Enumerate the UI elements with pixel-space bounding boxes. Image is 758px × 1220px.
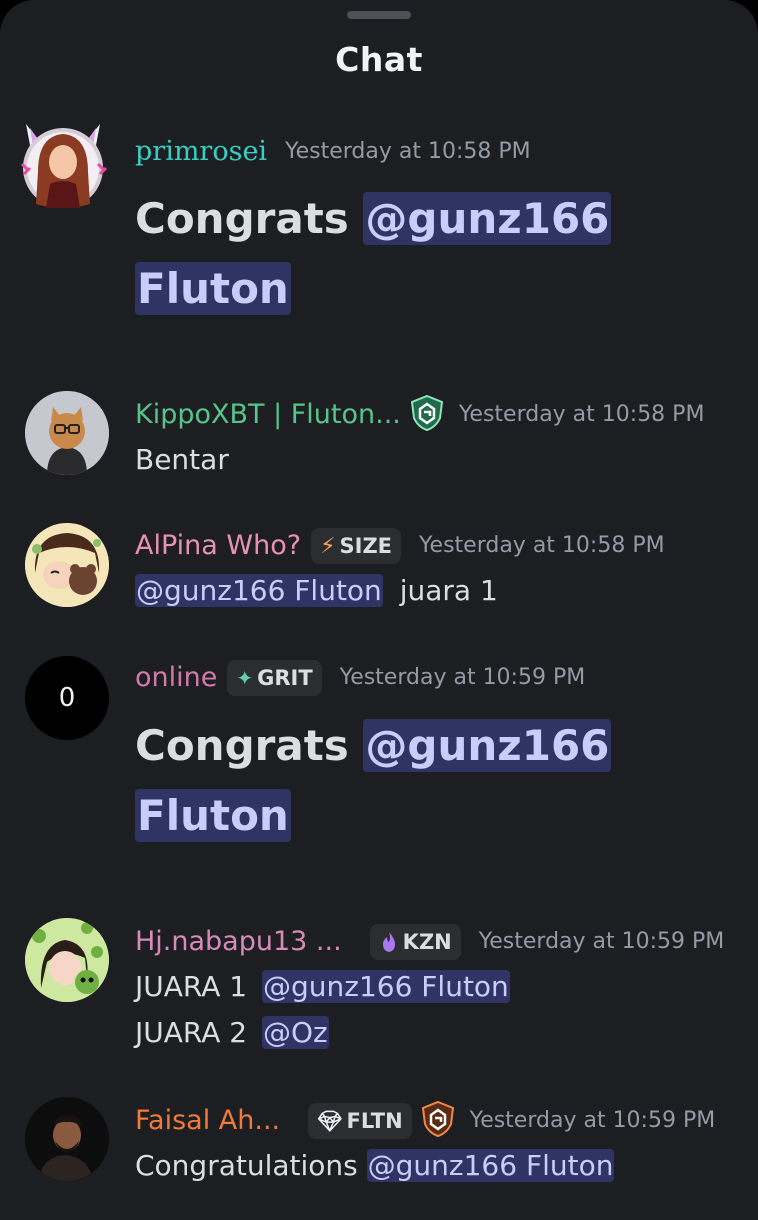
- user-mention[interactable]: @gunz166 Fluton: [262, 970, 510, 1003]
- username[interactable]: Hj.nabapu13 ...: [135, 924, 342, 960]
- username[interactable]: primrosei: [135, 134, 267, 170]
- avatar[interactable]: 0: [25, 656, 109, 740]
- username[interactable]: KippoXBT | Fluton...: [135, 397, 401, 433]
- user-mention[interactable]: @Oz: [262, 1016, 329, 1049]
- message-text: Bentar: [135, 443, 229, 476]
- user-mention[interactable]: @gunz166 Fluton: [366, 1149, 615, 1182]
- user-mention[interactable]: @gunz166: [363, 719, 612, 772]
- shield-icon: [420, 1100, 456, 1142]
- avatar[interactable]: [25, 918, 109, 1002]
- user-mention[interactable]: @gunz166: [363, 192, 612, 245]
- timestamp: Yesterday at 10:58 PM: [419, 533, 665, 558]
- message-text: Congrats @gunz166 Fluton: [135, 192, 612, 315]
- timestamp: Yesterday at 10:59 PM: [469, 1108, 716, 1133]
- sparkle-icon: ✦: [236, 666, 254, 690]
- user-mention-continuation[interactable]: Fluton: [135, 789, 291, 842]
- timestamp: Yesterday at 10:58 PM: [285, 139, 531, 164]
- timestamp: Yesterday at 10:59 PM: [478, 929, 725, 954]
- flame-icon: [379, 931, 399, 953]
- avatar[interactable]: [25, 523, 109, 607]
- lightning-icon: ⚡: [320, 533, 336, 559]
- gem-icon: 💎︎: [317, 1109, 343, 1133]
- shield-icon: [409, 394, 445, 436]
- username[interactable]: AlPina Who?: [135, 528, 301, 564]
- message-text: @gunz166 Fluton juara 1: [135, 574, 498, 607]
- username[interactable]: Faisal Ah...: [135, 1103, 280, 1139]
- timestamp: Yesterday at 10:59 PM: [339, 665, 586, 690]
- chat-sheet: Chat primrosei Yesterday at 10:58 PM Con…: [0, 0, 758, 1220]
- timestamp: Yesterday at 10:58 PM: [458, 402, 705, 427]
- page-title: Chat: [335, 40, 423, 79]
- message-text-line: JUARA 2 @Oz: [135, 1016, 329, 1049]
- message-text-line: JUARA 1 @gunz166 Fluton: [135, 970, 510, 1003]
- avatar[interactable]: [25, 391, 109, 475]
- message-text: Congrats @gunz166 Fluton: [135, 719, 612, 842]
- tag-badge[interactable]: ⚡ SIZE: [311, 528, 402, 564]
- tag-badge[interactable]: 💎︎ FLTN: [308, 1103, 412, 1139]
- avatar[interactable]: [25, 1097, 109, 1181]
- drag-handle[interactable]: [347, 11, 411, 19]
- tag-badge[interactable]: KZN: [369, 924, 461, 960]
- username[interactable]: online: [135, 660, 217, 696]
- message-text: Congratulations @gunz166 Fluton: [135, 1149, 615, 1182]
- user-mention-continuation[interactable]: Fluton: [135, 262, 291, 315]
- avatar[interactable]: [18, 112, 108, 212]
- tag-badge[interactable]: ✦ GRIT: [227, 660, 322, 696]
- user-mention[interactable]: @gunz166 Fluton: [135, 574, 383, 607]
